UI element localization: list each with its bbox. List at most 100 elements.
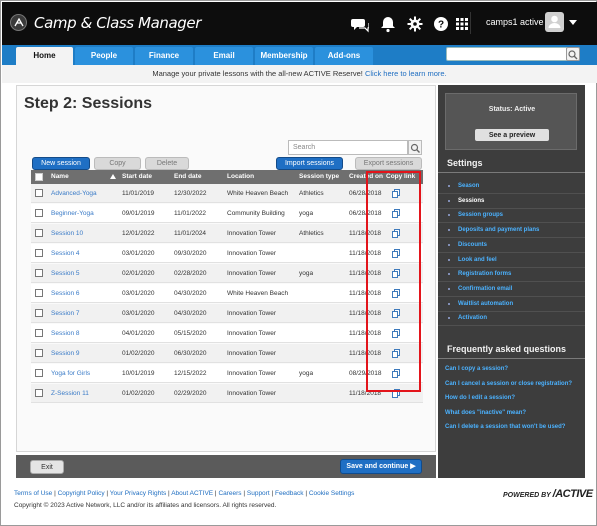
table-row[interactable]: Session 9 01/02/2020 06/30/2020 Innovation … [31,344,423,363]
account-dropdown-icon[interactable] [569,20,577,25]
settings-item-activation[interactable]: Activation [438,311,585,327]
settings-item-confirmation-email[interactable]: Confirmation email [438,282,585,297]
footer-link[interactable]: About ACTIVE [171,490,213,497]
row-checkbox[interactable] [35,249,43,257]
faq-link[interactable]: Can I cancel a session or close registra… [445,381,572,387]
footer-link[interactable]: Your Privacy Rights [110,490,166,497]
tab-membership[interactable]: Membership [255,47,313,65]
session-name-link[interactable]: Session 8 [51,324,80,343]
row-checkbox[interactable] [35,309,43,317]
session-name-link[interactable]: Session 4 [51,244,80,263]
cell-end: 06/30/2020 [174,350,207,357]
import-sessions-button[interactable]: Import sessions [276,157,343,170]
table-row[interactable]: Session 4 03/01/2020 09/30/2020 Innovation … [31,244,423,263]
session-name-link[interactable]: Session 5 [51,264,80,283]
col-start-date[interactable]: Start date [122,170,152,184]
new-session-button[interactable]: New session [32,157,90,170]
apps-grid-icon[interactable] [453,15,471,33]
table-row[interactable]: Beginner-Yoga 09/01/2019 11/01/2022 Communi… [31,204,423,223]
cell-start: 01/02/2020 [122,350,155,357]
save-and-continue-button[interactable]: Save and continue ▶ [340,459,422,474]
gear-icon[interactable] [406,15,424,33]
session-name-link[interactable]: Session 7 [51,304,80,323]
table-row[interactable]: Session 8 04/01/2020 05/15/2020 Innovation … [31,324,423,343]
row-checkbox[interactable] [35,349,43,357]
tab-add-ons[interactable]: Add-ons [315,47,373,65]
footer-link[interactable]: Feedback [275,490,304,497]
avatar[interactable] [545,12,564,32]
row-checkbox[interactable] [35,329,43,337]
footer-link[interactable]: Copyright Policy [58,490,105,497]
help-icon[interactable]: ? [432,15,450,33]
promo-link[interactable]: Click here to learn more. [365,69,447,78]
settings-item-look-and-feel[interactable]: Look and feel [438,253,585,268]
top-bar: Camp & Class Manager ? camps1 active [2,2,597,45]
table-row[interactable]: Yoga for Girls 10/01/2019 12/15/2022 Innova… [31,364,423,383]
row-checkbox[interactable] [35,389,43,397]
col-name[interactable]: Name [51,170,69,184]
footer-link[interactable]: Cookie Settings [309,490,355,497]
bell-icon[interactable] [379,15,397,33]
session-name-link[interactable]: Session 10 [51,224,83,243]
export-sessions-button[interactable]: Export sessions [355,157,422,170]
faq-link[interactable]: What does "inactive" mean? [445,410,526,416]
select-all-checkbox[interactable] [35,173,43,181]
table-row[interactable]: Z-Session 11 01/02/2020 02/29/2020 Innovati… [31,384,423,403]
settings-item-registration-forms[interactable]: Registration forms [438,267,585,283]
table-row[interactable]: Session 10 12/01/2022 11/01/2024 Innovation… [31,224,423,243]
settings-item-session-groups[interactable]: Session groups [438,208,585,224]
bullet-icon [448,214,450,217]
global-search-button[interactable] [566,47,580,61]
session-name-link[interactable]: Session 9 [51,344,80,363]
footer-link[interactable]: Careers [218,490,241,497]
tab-people[interactable]: People [75,47,133,65]
table-row[interactable]: Session 5 02/01/2020 02/28/2020 Innovation … [31,264,423,283]
global-search-input[interactable] [446,47,580,61]
session-name-link[interactable]: Advanced-Yoga [51,184,97,203]
row-checkbox[interactable] [35,229,43,237]
powered-by-active-logo: POWERED BY /ACTIVE [503,488,593,500]
see-preview-button[interactable]: See a preview [474,128,550,142]
chat-icon[interactable] [351,15,369,33]
app-logo-icon[interactable] [10,14,27,31]
settings-item-waitlist-automation[interactable]: Waitlist automation [438,297,585,312]
delete-button[interactable]: Delete [145,157,189,170]
session-name-link[interactable]: Beginner-Yoga [51,204,94,223]
session-search-button[interactable] [408,140,422,155]
row-checkbox[interactable] [35,209,43,217]
footer-link[interactable]: Support [247,490,270,497]
faq-link[interactable]: Can I copy a session? [445,366,508,372]
settings-item-discounts[interactable]: Discounts [438,238,585,253]
copy-button[interactable]: Copy [94,157,141,170]
tab-home[interactable]: Home [16,47,73,65]
tab-finance[interactable]: Finance [135,47,193,65]
settings-item-season[interactable]: Season [438,179,585,194]
session-search-input[interactable]: Search [288,140,408,155]
col-end-date[interactable]: End date [174,170,201,184]
cell-location: White Heaven Beach [227,190,289,197]
faq-link[interactable]: Can I delete a session that won't be use… [445,424,565,430]
sort-asc-icon[interactable] [110,174,116,179]
settings-item-sessions[interactable]: Sessions [438,194,585,209]
row-checkbox[interactable] [35,369,43,377]
col-session-type[interactable]: Session type [299,170,339,184]
row-checkbox[interactable] [35,189,43,197]
session-name-link[interactable]: Yoga for Girls [51,364,90,383]
cell-location: Innovation Tower [227,370,277,377]
table-row[interactable]: Session 6 03/01/2020 04/30/2020 White Heave… [31,284,423,303]
footer-link[interactable]: Terms of Use [14,490,52,497]
copyright-text: Copyright © 2023 Active Network, LLC and… [14,502,277,509]
tab-email[interactable]: Email [195,47,253,65]
row-checkbox[interactable] [35,269,43,277]
row-checkbox[interactable] [35,289,43,297]
session-name-link[interactable]: Z-Session 11 [51,384,89,403]
account-name[interactable]: camps1 active [486,17,544,27]
exit-button[interactable]: Exit [30,460,64,474]
col-location[interactable]: Location [227,170,254,184]
table-row[interactable]: Advanced-Yoga 11/01/2019 12/30/2022 White H… [31,184,423,203]
session-name-link[interactable]: Session 6 [51,284,80,303]
bullet-icon [448,258,450,261]
settings-item-deposits-and-payment-plans[interactable]: Deposits and payment plans [438,223,585,239]
table-row[interactable]: Session 7 03/01/2020 04/30/2020 Innovation … [31,304,423,323]
faq-link[interactable]: How do I edit a session? [445,395,515,401]
